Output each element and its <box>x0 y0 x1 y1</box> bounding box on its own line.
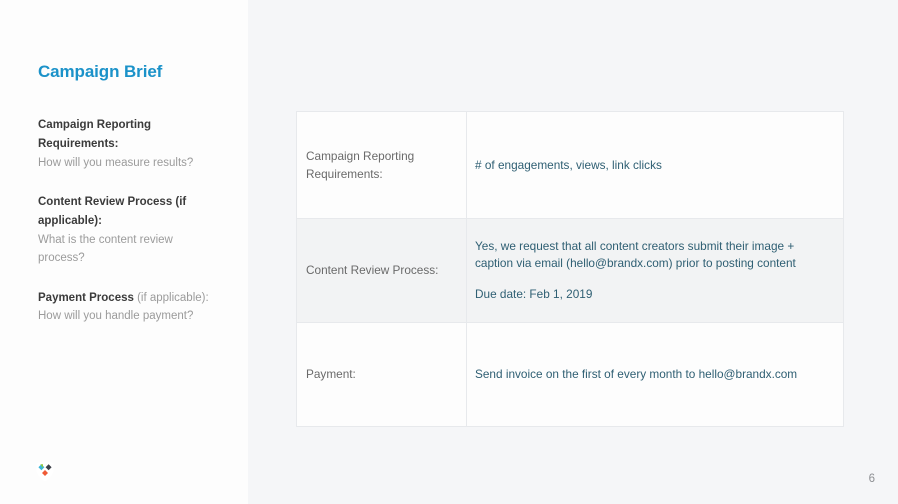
table-row-value: Yes, we request that all content creator… <box>466 218 844 323</box>
table-row: Content Review Process: Yes, we request … <box>296 218 844 323</box>
sidebar-question-3-heading-text: Payment Process <box>38 291 138 304</box>
table-row-value-paragraph: Yes, we request that all content creator… <box>475 238 796 270</box>
table-row-label: Payment: <box>296 322 467 427</box>
sidebar-question-3-subtext: How will you handle payment? <box>38 310 194 323</box>
sidebar-question-1: Campaign Reporting Requirements: How wil… <box>38 116 218 172</box>
table-row-value-paragraph-due-date: Due date: Feb 1, 2019 <box>475 287 593 302</box>
sidebar-question-2: Content Review Process (if applicable): … <box>38 193 218 268</box>
sidebar-content: Campaign Brief Campaign Reporting Requir… <box>0 0 248 326</box>
sidebar: Campaign Brief Campaign Reporting Requir… <box>0 0 248 504</box>
slide-canvas: Campaign Brief Campaign Reporting Requir… <box>0 0 898 504</box>
table-row: Payment: Send invoice on the first of ev… <box>296 322 844 427</box>
sidebar-question-1-heading-text: Campaign Reporting Requirements: <box>38 119 152 151</box>
sidebar-question-2-heading: Content Review Process (if applicable): <box>38 193 218 230</box>
brand-logo-icon <box>34 460 56 482</box>
sidebar-question-3-heading-soft: (if applicable): <box>137 291 209 304</box>
campaign-brief-table: Campaign Reporting Requirements: # of en… <box>296 111 844 427</box>
page-number: 6 <box>868 473 875 485</box>
table-row-value-paragraph: Send invoice on the first of every month… <box>475 367 798 382</box>
table-row-label: Campaign Reporting Requirements: <box>296 111 467 219</box>
table-row-value: Send invoice on the first of every month… <box>466 322 844 427</box>
sidebar-question-3: Payment Process (if applicable): How wil… <box>38 289 218 326</box>
page-title: Campaign Brief <box>38 62 163 81</box>
table-row-label: Content Review Process: <box>296 218 467 323</box>
table-row: Campaign Reporting Requirements: # of en… <box>296 111 844 219</box>
sidebar-question-2-subtext: What is the content review process? <box>38 233 173 265</box>
sidebar-question-3-heading: Payment Process (if applicable): <box>38 289 218 308</box>
campaign-brief-table-body: Campaign Reporting Requirements: # of en… <box>296 111 844 427</box>
table-row-value: # of engagements, views, link clicks <box>466 111 844 219</box>
sidebar-question-2-heading-text: Content Review Process (if applicable): <box>38 196 187 227</box>
main-area: Campaign Reporting Requirements: # of en… <box>248 0 898 504</box>
sidebar-question-1-subtext: How will you measure results? <box>38 156 194 169</box>
table-row-value-paragraph: # of engagements, views, link clicks <box>475 157 662 172</box>
sidebar-question-1-heading: Campaign Reporting Requirements: <box>38 116 218 153</box>
